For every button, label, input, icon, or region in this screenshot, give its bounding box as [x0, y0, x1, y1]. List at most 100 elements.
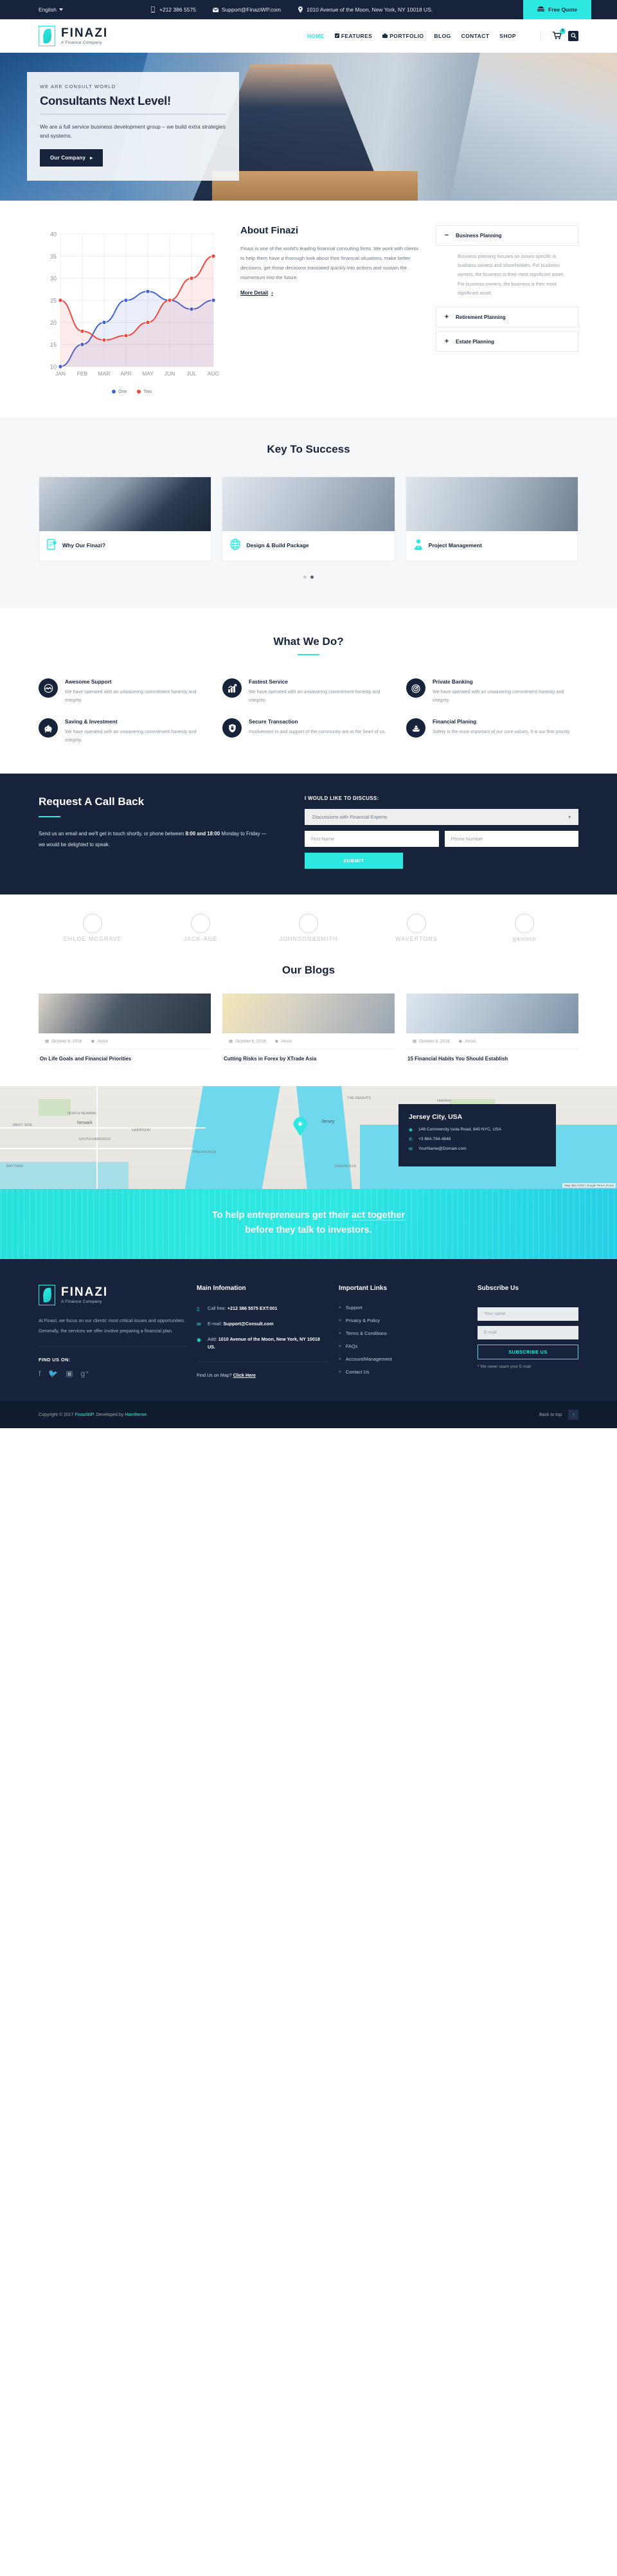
key-card-image	[39, 477, 211, 531]
subscribe-email-input[interactable]: E-mail	[478, 1326, 578, 1340]
blog-post-1[interactable]: ▦ October 6, 2016 ◉ Ansol On Life Goals an…	[39, 993, 211, 1062]
copyright-brand-link[interactable]: FinaziWP	[75, 1413, 94, 1417]
nav-menu: HOME FEATURES PORTFOLIO BLOG CONTACT SHO…	[307, 28, 578, 41]
about-title: About Finazi	[240, 225, 298, 236]
calendar-icon: ▦	[229, 1039, 233, 1044]
key-card-2[interactable]: Design & Build Package	[222, 476, 395, 561]
search-button[interactable]	[568, 31, 578, 41]
service-item-secure-transaction[interactable]: Secure Transaction Involvement in and su…	[222, 718, 395, 744]
carousel-dot-1[interactable]	[303, 576, 307, 579]
footer-link-privacy[interactable]: » Privacy & Policy	[339, 1318, 467, 1323]
blog-post-2[interactable]: ▦ October 6, 2016 ◉ Ansol Cutting Risks in…	[222, 993, 395, 1062]
service-item-financial-planing[interactable]: Financial Planing Safety is the most imp…	[406, 718, 578, 744]
cart-button[interactable]: 0	[553, 28, 566, 41]
client-logo-4: WAVERTONS	[362, 914, 470, 942]
service-item-private-banking[interactable]: Private Banking We have operated with an…	[406, 678, 578, 704]
twitter-icon[interactable]: 🐦	[48, 1369, 58, 1378]
service-item-saving-investment[interactable]: Saving & Investment We have operated wit…	[39, 718, 211, 744]
about-more-detail-link[interactable]: More Detail ›	[240, 290, 273, 296]
crown-icon	[407, 914, 426, 934]
topbar-address: 1010 Avenue of the Moon, New York, NY 10…	[298, 6, 433, 14]
nav-item-blog-label: BLOG	[434, 33, 451, 39]
svg-text:40: 40	[50, 231, 57, 238]
nav-item-contact-label: CONTACT	[461, 33, 490, 39]
subscribe-name-input[interactable]: Your name	[478, 1307, 578, 1321]
footer-description: At Finazi, we focus on our clients' most…	[39, 1318, 185, 1334]
map-label-greenville: GREENVILLE	[334, 1164, 357, 1168]
key-card-1[interactable]: Why Our Finazi?	[39, 476, 212, 561]
accordion-item-estate-planning[interactable]: + Estate Planning	[436, 331, 578, 352]
cta-banner: To help entrepreneurs get their act toge…	[0, 1188, 617, 1260]
instagram-icon[interactable]: ▣	[66, 1369, 73, 1378]
service-item-fastest-service[interactable]: Fastest Service We have operated with an…	[222, 678, 395, 704]
blogs-section: Our Blogs ▦ October 6, 2016 ◉ Ansol On Lif…	[0, 960, 617, 1086]
nav-item-portfolio[interactable]: PORTFOLIO	[382, 33, 424, 39]
key-card-3[interactable]: Project Management	[405, 476, 578, 561]
cart-count-badge: 0	[560, 28, 566, 34]
phone-number-placeholder: Phone Number	[451, 836, 483, 842]
footer-link-contact[interactable]: » Contact Us	[339, 1369, 467, 1375]
blog-post-3[interactable]: ▦ October 6, 2016 ◉ Ansol 15 Financial Hab…	[406, 993, 578, 1062]
callback-title: Request A Call Back	[39, 795, 145, 808]
accordion-item-business-planning[interactable]: − Business Planning	[436, 225, 578, 246]
map-label-hoboken: Hoboken	[437, 1098, 452, 1103]
carousel-dots[interactable]	[39, 576, 578, 579]
hero-cta-label: Our Company	[50, 155, 86, 161]
map-label-bayonne: BAYONNE	[6, 1164, 24, 1168]
service-item-awesome-support[interactable]: Awesome Support We have operated with an…	[39, 678, 211, 704]
free-quote-label: Free Quote	[548, 6, 577, 13]
topbar-phone[interactable]: +212 386 5575	[150, 6, 196, 14]
accordion-header[interactable]: + Retirement Planning	[436, 307, 578, 327]
map-label-south-harrison: SOUTH HARRISON	[78, 1137, 111, 1141]
accordion-header[interactable]: + Estate Planning	[436, 332, 578, 351]
map-section[interactable]: WEST SIDE Newark NORTH NEWARK SOUTH HARR…	[0, 1085, 617, 1189]
what-we-do-section: What We Do? Awesome Support We have oper…	[0, 608, 617, 774]
footer-link-support[interactable]: » Support	[339, 1305, 467, 1311]
topbar-email[interactable]: Support@FinaziWP.com	[212, 6, 281, 14]
copyright-developer-link[interactable]: Haintheme	[125, 1413, 147, 1417]
envelope-icon: ✉	[409, 1147, 413, 1152]
subscribe-note: * We never spam your E-mail	[478, 1365, 531, 1370]
accordion-header[interactable]: − Business Planning	[436, 226, 578, 245]
hero-photo-right	[450, 53, 617, 201]
footer-link-faqs[interactable]: » FAQs	[339, 1343, 467, 1349]
first-name-input[interactable]: First Name	[305, 831, 439, 848]
submit-button[interactable]: SUBMIT	[305, 853, 403, 869]
hero-cta-button[interactable]: Our Company ▸	[40, 149, 103, 167]
google-plus-icon[interactable]: g⁺	[81, 1369, 89, 1378]
nav-item-shop[interactable]: SHOP	[499, 33, 516, 39]
footer-link-account[interactable]: » Account/Management	[339, 1356, 467, 1362]
service-text: We have operated with an unwavering comm…	[65, 729, 197, 743]
footer-call: ▯ Call free: +212 386 5575 EXT:001	[197, 1305, 328, 1314]
nav-item-contact[interactable]: CONTACT	[461, 33, 490, 39]
cta-line2: before they talk to investors.	[245, 1225, 372, 1236]
callback-text: Send us an email and we'll get in touch …	[39, 829, 270, 850]
money-boat-icon	[406, 718, 425, 738]
chevron-down-icon	[58, 8, 63, 11]
footer-logo[interactable]: FINAZI A Finance Company	[39, 1285, 186, 1306]
footer-link-terms[interactable]: » Terms & Conditions	[339, 1330, 467, 1336]
accordion-item-retirement-planning[interactable]: + Retirement Planning	[436, 307, 578, 328]
free-quote-button[interactable]: Free Quote	[523, 0, 591, 19]
nav-item-features[interactable]: FEATURES	[334, 33, 372, 39]
site-logo[interactable]: FINAZI A Finance Company	[39, 26, 108, 46]
svg-text:MAY: MAY	[142, 370, 154, 377]
hero-slider: WE ARE CONSULT WORLD Consultants Next Le…	[0, 53, 617, 201]
carousel-dot-2[interactable]	[310, 576, 314, 579]
map-park	[39, 1098, 71, 1116]
facebook-icon[interactable]: f	[39, 1369, 40, 1378]
back-to-top-button[interactable]: Back to top ↑	[539, 1410, 578, 1420]
nav-item-home[interactable]: HOME	[307, 33, 325, 39]
client-logo-2-label: JACK-AGE	[183, 936, 218, 943]
discuss-topic-select[interactable]: Discussions with Financial Experts ▾	[305, 809, 578, 826]
phone-number-input[interactable]: Phone Number	[444, 831, 578, 848]
language-selector[interactable]: English	[39, 6, 63, 13]
subscribe-button[interactable]: SUBSCRIBE US	[478, 1345, 578, 1360]
footer-map-link[interactable]: Find Us on Map? Click Here	[197, 1372, 328, 1378]
nav-item-blog[interactable]: BLOG	[434, 33, 451, 39]
about-body: Finazi is one of the world's leading fin…	[240, 246, 418, 281]
diamond-outline-icon	[299, 914, 318, 934]
service-title: Fastest Service	[249, 678, 288, 685]
target-icon	[406, 678, 425, 698]
topbar-address-text: 1010 Avenue of the Moon, New York, NY 10…	[306, 6, 433, 13]
